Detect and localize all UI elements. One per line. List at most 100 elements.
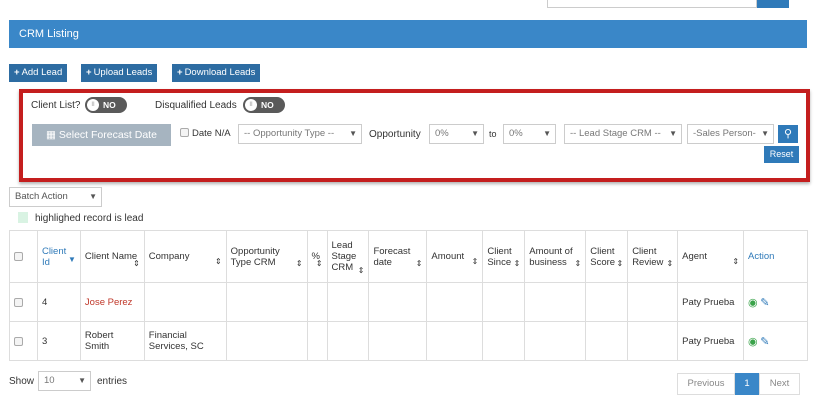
cell	[627, 282, 679, 322]
page-title: CRM Listing	[9, 20, 807, 48]
plus-icon: +	[14, 67, 20, 78]
cell	[306, 282, 328, 322]
disqualified-leads-toggle[interactable]: II NO	[243, 97, 285, 113]
column-header[interactable]: Opportunity Type CRM ⇕	[225, 230, 308, 283]
column-header[interactable]: % ⇕	[306, 230, 328, 283]
cell	[426, 282, 484, 322]
edit-icon[interactable]: ✎	[760, 297, 769, 309]
sales-person-select[interactable]: -Sales Person- ▼	[687, 124, 774, 144]
sort-icon: ⇕	[133, 259, 140, 268]
cell	[482, 282, 526, 322]
column-header[interactable]: Amount of business ⇕	[524, 230, 587, 283]
row-select-cell	[9, 282, 38, 322]
search-icon: ⚲	[783, 128, 793, 140]
caret-down-icon: ▼	[761, 129, 769, 138]
next-page-button[interactable]: Next	[759, 373, 800, 395]
sort-icon: ⇕	[415, 259, 423, 268]
client-name-link[interactable]: Jose Perez	[79, 282, 145, 322]
sort-icon: ⇕	[666, 259, 674, 268]
date-na-checkbox[interactable]	[180, 128, 189, 137]
column-header[interactable]: Client Score ⇕	[585, 230, 629, 283]
cell	[368, 282, 428, 322]
agent-cell: Paty Prueba	[677, 282, 745, 322]
caret-down-icon: ▼	[543, 129, 551, 138]
cell	[627, 321, 679, 361]
client-list-toggle[interactable]: II NO	[85, 97, 127, 113]
sort-icon: ⇕	[616, 259, 624, 268]
cell	[585, 321, 629, 361]
column-header[interactable]: Company ⇕	[143, 230, 227, 283]
top-search-button[interactable]	[757, 0, 789, 8]
plus-icon: +	[177, 67, 183, 78]
opportunity-from-select[interactable]: 0% ▼	[429, 124, 484, 144]
caret-down-icon: ▼	[669, 129, 677, 138]
caret-down-icon: ▼	[471, 129, 479, 138]
client-list-label: Client List?	[31, 100, 81, 111]
opportunity-type-select[interactable]: -- Opportunity Type -- ▼	[238, 124, 362, 144]
select-all-cell	[9, 230, 38, 283]
cell	[482, 321, 526, 361]
cell	[524, 321, 587, 361]
opportunity-label: Opportunity	[369, 129, 421, 140]
calendar-icon: ▦	[46, 129, 59, 141]
caret-down-icon: ▼	[89, 192, 97, 201]
search-button[interactable]: ⚲	[778, 125, 798, 143]
sort-icon: ⇕	[513, 259, 521, 268]
eye-icon[interactable]: ◉	[748, 336, 758, 348]
lead-legend-label: highlighed record is lead	[35, 213, 144, 224]
sort-icon: ⇕	[471, 257, 479, 266]
column-header[interactable]: Client Since ⇕	[482, 230, 526, 283]
opportunity-to-select[interactable]: 0% ▼	[503, 124, 556, 144]
sort-icon: ⇕	[214, 257, 222, 266]
lead-legend-swatch	[18, 212, 28, 223]
show-label: Show	[9, 376, 35, 387]
to-label: to	[489, 129, 497, 139]
client-name-cell[interactable]: Robert Smith	[79, 321, 145, 361]
cell	[524, 282, 587, 322]
column-header[interactable]: Client Name ⇕	[79, 230, 145, 283]
caret-down-icon: ▼	[349, 129, 357, 138]
lead-stage-select[interactable]: -- Lead Stage CRM -- ▼	[564, 124, 682, 144]
previous-page-button[interactable]: Previous	[677, 373, 735, 395]
upload-leads-button[interactable]: + Upload Leads	[81, 64, 158, 82]
cell	[225, 282, 308, 322]
column-header[interactable]: Agent ⇕	[677, 230, 745, 283]
row-select-cell	[9, 321, 38, 361]
client-id-cell: 3	[36, 321, 81, 361]
crm-table: Client Id ▼ Client Name ⇕ Company ⇕ Opportu…	[9, 230, 808, 361]
add-lead-button[interactable]: + Add Lead	[9, 64, 68, 82]
select-all-checkbox[interactable]	[14, 252, 23, 261]
row-checkbox[interactable]	[14, 297, 23, 307]
date-na-label: Date N/A	[192, 128, 231, 139]
sort-icon: ⇕	[732, 257, 740, 266]
cell	[585, 282, 629, 322]
batch-action-select[interactable]: Batch Action ▼	[9, 187, 102, 207]
column-header[interactable]: Client Review ⇕	[627, 230, 679, 283]
client-id-cell: 4	[36, 282, 81, 322]
cell	[326, 321, 370, 361]
edit-icon[interactable]: ✎	[760, 336, 769, 348]
page-1-button[interactable]: 1	[735, 373, 759, 395]
cell	[306, 321, 328, 361]
sort-icon: ⇕	[315, 259, 323, 268]
top-search-input[interactable]	[547, 0, 757, 8]
column-header[interactable]: Amount ⇕	[426, 230, 484, 283]
cell	[326, 282, 370, 322]
company-cell: Financial Services, SC	[143, 321, 227, 361]
table-header-row: Client Id ▼ Client Name ⇕ Company ⇕ Opportu…	[9, 230, 808, 283]
row-checkbox[interactable]	[14, 336, 23, 346]
column-header[interactable]: Client Id ▼	[36, 230, 81, 283]
toggle-knob-icon: II	[245, 99, 257, 111]
eye-icon[interactable]: ◉	[748, 297, 758, 309]
sort-icon: ▼	[67, 255, 76, 264]
entries-select[interactable]: 10 ▼	[38, 371, 91, 391]
plus-icon: +	[86, 67, 92, 78]
disqualified-leads-label: Disqualified Leads	[155, 100, 237, 111]
select-forecast-date-button[interactable]: ▦ Select Forecast Date	[32, 124, 171, 146]
column-header[interactable]: Lead Stage CRM ⇕	[326, 230, 370, 283]
sort-icon: ⇕	[357, 266, 365, 275]
reset-button[interactable]: Reset	[764, 146, 799, 163]
download-leads-button[interactable]: + Download Leads	[172, 64, 261, 82]
column-header[interactable]: Forecast date ⇕	[368, 230, 428, 283]
toggle-knob-icon: II	[87, 99, 99, 111]
